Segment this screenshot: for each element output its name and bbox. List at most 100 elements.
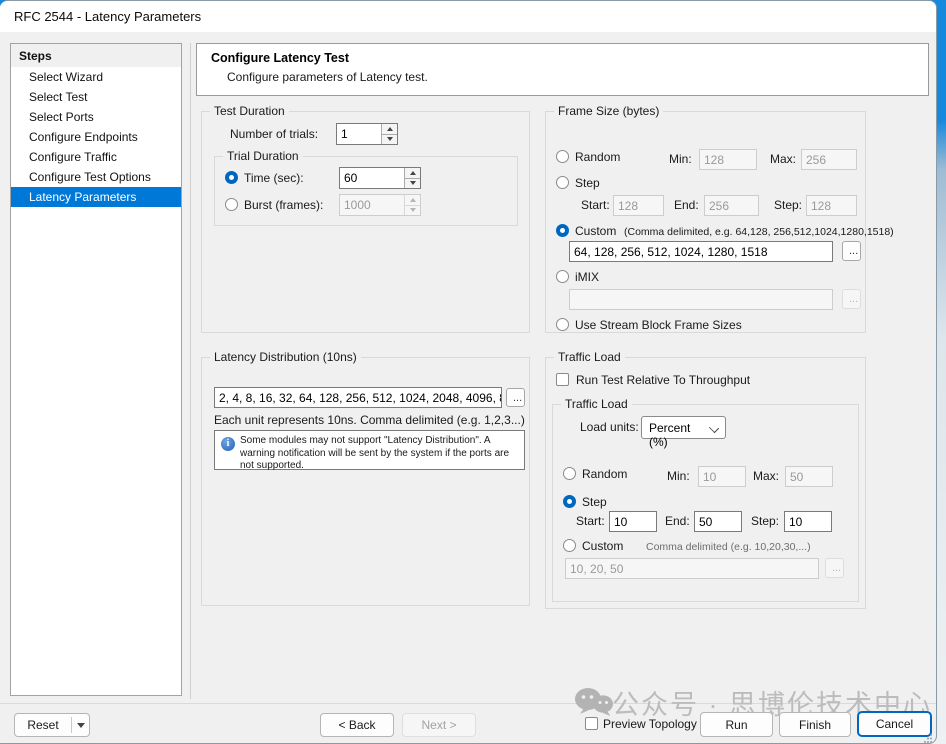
frame-size-title: Frame Size (bytes) bbox=[554, 104, 663, 118]
sidebar-item-select-test[interactable]: Select Test bbox=[11, 87, 181, 107]
load-stepsize-input[interactable]: 10 bbox=[784, 511, 832, 532]
load-custom-label: Custom bbox=[582, 539, 623, 553]
info-icon: i bbox=[221, 437, 235, 451]
traffic-load-group: Traffic Load Run Test Relative To Throug… bbox=[545, 357, 866, 609]
frame-max-input: 256 bbox=[801, 149, 857, 170]
spin-up-icon[interactable] bbox=[382, 124, 397, 134]
relative-throughput-checkbox[interactable] bbox=[556, 373, 569, 386]
latency-distribution-input[interactable]: 2, 4, 8, 16, 32, 64, 128, 256, 512, 1024… bbox=[214, 387, 502, 408]
load-units-value: Percent (%) bbox=[649, 421, 690, 449]
frame-random-radio[interactable] bbox=[556, 150, 569, 163]
number-of-trials-label: Number of trials: bbox=[230, 127, 318, 141]
sidebar-item-latency-parameters[interactable]: Latency Parameters bbox=[11, 187, 181, 207]
chevron-down-icon bbox=[709, 423, 719, 433]
run-button[interactable]: Run bbox=[700, 712, 773, 737]
frame-custom-input[interactable]: 64, 128, 256, 512, 1024, 1280, 1518 bbox=[569, 241, 833, 262]
load-min-label: Min: bbox=[667, 469, 690, 483]
frame-end-label: End: bbox=[674, 198, 699, 212]
back-button[interactable]: < Back bbox=[320, 713, 394, 737]
load-max-input: 50 bbox=[785, 466, 833, 487]
latency-distribution-title: Latency Distribution (10ns) bbox=[210, 350, 361, 364]
latency-warning-text: Some modules may not support "Latency Di… bbox=[240, 435, 520, 473]
sidebar-item-select-ports[interactable]: Select Ports bbox=[11, 107, 181, 127]
steps-header: Steps bbox=[11, 44, 181, 67]
load-custom-radio[interactable] bbox=[563, 539, 576, 552]
sidebar-divider bbox=[190, 43, 191, 699]
time-radio[interactable] bbox=[225, 171, 238, 184]
page-subtitle: Configure parameters of Latency test. bbox=[227, 70, 428, 84]
frame-streamblock-label: Use Stream Block Frame Sizes bbox=[575, 318, 742, 332]
latency-distribution-browse-button[interactable]: ... bbox=[506, 388, 525, 407]
sidebar-item-configure-traffic[interactable]: Configure Traffic bbox=[11, 147, 181, 167]
frame-start-input: 128 bbox=[613, 195, 664, 216]
frame-custom-hint: (Comma delimited, e.g. 64,128, 256,512,1… bbox=[624, 226, 894, 238]
number-of-trials-spinner[interactable]: 1 bbox=[336, 123, 398, 145]
traffic-load-inner-group: Traffic Load Load units: Percent (%) Ran… bbox=[552, 404, 859, 602]
frame-step-radio[interactable] bbox=[556, 176, 569, 189]
load-step-radio[interactable] bbox=[563, 495, 576, 508]
wizard-dialog: RFC 2544 - Latency Parameters Steps Sele… bbox=[0, 0, 937, 744]
sidebar-item-configure-test-options[interactable]: Configure Test Options bbox=[11, 167, 181, 187]
split-divider bbox=[71, 717, 72, 733]
page-title: Configure Latency Test bbox=[211, 51, 349, 65]
spin-down-icon[interactable] bbox=[382, 134, 397, 145]
preview-topology-label: Preview Topology bbox=[603, 717, 697, 731]
burst-spinner: 1000 bbox=[339, 194, 421, 216]
spin-down-icon bbox=[405, 205, 420, 216]
frame-size-group: Frame Size (bytes) Random Min: 128 Max: … bbox=[545, 111, 866, 333]
window-title: RFC 2544 - Latency Parameters bbox=[14, 1, 201, 32]
frame-custom-radio[interactable] bbox=[556, 224, 569, 237]
spin-up-icon bbox=[405, 195, 420, 205]
reset-button[interactable]: Reset bbox=[15, 718, 71, 732]
frame-min-label: Min: bbox=[669, 152, 692, 166]
preview-topology-checkbox[interactable] bbox=[585, 717, 598, 730]
frame-streamblock-radio[interactable] bbox=[556, 318, 569, 331]
next-button: Next > bbox=[402, 713, 476, 737]
title-bar[interactable]: RFC 2544 - Latency Parameters bbox=[0, 1, 936, 32]
load-units-label: Load units: bbox=[580, 420, 639, 434]
reset-split-button[interactable]: Reset bbox=[14, 713, 90, 737]
sidebar-item-configure-endpoints[interactable]: Configure Endpoints bbox=[11, 127, 181, 147]
steps-panel: Steps Select Wizard Select Test Select P… bbox=[10, 43, 182, 696]
time-label: Time (sec): bbox=[244, 171, 304, 185]
time-spinner[interactable]: 60 bbox=[339, 167, 421, 189]
load-end-input[interactable]: 50 bbox=[694, 511, 742, 532]
trial-duration-title: Trial Duration bbox=[223, 149, 303, 163]
spin-down-icon[interactable] bbox=[405, 178, 420, 189]
test-duration-title: Test Duration bbox=[210, 104, 289, 118]
page-header: Configure Latency Test Configure paramet… bbox=[196, 43, 929, 96]
load-custom-browse-button: ... bbox=[825, 558, 844, 578]
number-of-trials-value[interactable]: 1 bbox=[337, 124, 381, 144]
load-random-radio[interactable] bbox=[563, 467, 576, 480]
spin-up-icon[interactable] bbox=[405, 168, 420, 178]
traffic-load-title: Traffic Load bbox=[554, 350, 625, 364]
frame-stepsize-label: Step: bbox=[774, 198, 802, 212]
traffic-load-inner-title: Traffic Load bbox=[561, 397, 632, 411]
load-stepsize-label: Step: bbox=[751, 514, 779, 528]
latency-distribution-hint: Each unit represents 10ns. Comma delimit… bbox=[214, 413, 525, 427]
load-units-select[interactable]: Percent (%) bbox=[641, 416, 726, 439]
burst-value: 1000 bbox=[340, 195, 404, 215]
burst-radio[interactable] bbox=[225, 198, 238, 211]
sidebar-item-select-wizard[interactable]: Select Wizard bbox=[11, 67, 181, 87]
frame-imix-browse-button: ... bbox=[842, 289, 861, 309]
relative-throughput-label: Run Test Relative To Throughput bbox=[576, 373, 750, 387]
frame-step-label: Step bbox=[575, 176, 600, 190]
load-start-input[interactable]: 10 bbox=[609, 511, 657, 532]
time-value[interactable]: 60 bbox=[340, 168, 404, 188]
frame-min-input: 128 bbox=[699, 149, 757, 170]
reset-dropdown-icon[interactable] bbox=[77, 723, 85, 728]
frame-stepsize-input: 128 bbox=[806, 195, 857, 216]
frame-custom-label: Custom bbox=[575, 224, 616, 238]
resize-grip-icon[interactable] bbox=[923, 730, 933, 740]
load-start-label: Start: bbox=[576, 514, 605, 528]
frame-custom-browse-button[interactable]: ... bbox=[842, 241, 861, 261]
frame-end-input: 256 bbox=[704, 195, 759, 216]
cancel-button[interactable]: Cancel bbox=[857, 711, 932, 737]
latency-distribution-group: Latency Distribution (10ns) 2, 4, 8, 16,… bbox=[201, 357, 530, 606]
finish-button[interactable]: Finish bbox=[779, 712, 851, 737]
trial-duration-group: Trial Duration Time (sec): 60 Burst (fra… bbox=[214, 156, 518, 226]
frame-start-label: Start: bbox=[581, 198, 610, 212]
frame-imix-radio[interactable] bbox=[556, 270, 569, 283]
frame-imix-label: iMIX bbox=[575, 270, 599, 284]
